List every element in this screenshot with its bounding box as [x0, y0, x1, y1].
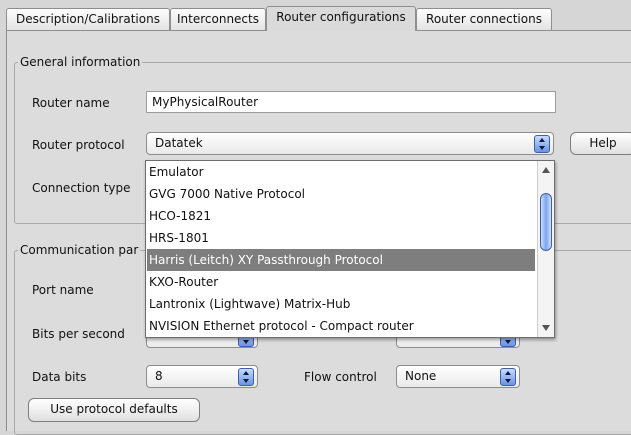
- use-protocol-defaults-button[interactable]: Use protocol defaults: [28, 398, 200, 422]
- help-button[interactable]: Help: [570, 132, 631, 155]
- dropdown-option-harris-leitch[interactable]: Harris (Leitch) XY Passthrough Protocol: [147, 249, 535, 271]
- router-name-label: Router name: [32, 96, 110, 110]
- flow-control-label: Flow control: [304, 370, 377, 384]
- router-protocol-label: Router protocol: [32, 138, 125, 152]
- tab-router-connections[interactable]: Router connections: [416, 8, 552, 30]
- tab-interconnects[interactable]: Interconnects: [170, 8, 266, 30]
- router-protocol-select[interactable]: Datatek: [146, 132, 554, 155]
- communication-parameters-title: Communication par: [18, 243, 141, 257]
- dropdown-option-gvg-7000[interactable]: GVG 7000 Native Protocol: [147, 183, 535, 205]
- tab-router-configurations[interactable]: Router configurations: [266, 6, 416, 31]
- general-information-title: General information: [18, 55, 143, 69]
- connection-type-label: Connection type: [32, 181, 131, 195]
- tab-description-calibrations[interactable]: Description/Calibrations: [6, 8, 170, 30]
- dropdown-scrollbar[interactable]: [537, 161, 554, 337]
- data-bits-label: Data bits: [32, 370, 87, 384]
- dropdown-option-nvision[interactable]: NVISION Ethernet protocol - Compact rout…: [147, 315, 535, 337]
- scroll-down-icon[interactable]: [542, 325, 550, 331]
- select-stepper-icon: [534, 135, 550, 153]
- bits-per-second-label: Bits per second: [32, 327, 125, 341]
- data-bits-value: 8: [155, 369, 163, 383]
- dropdown-option-hco-1821[interactable]: HCO-1821: [147, 205, 535, 227]
- scrollbar-thumb[interactable]: [540, 193, 552, 251]
- router-protocol-value: Datatek: [155, 136, 203, 150]
- flow-control-select[interactable]: None: [396, 365, 520, 388]
- dropdown-option-emulator[interactable]: Emulator: [147, 161, 535, 183]
- select-stepper-icon: [500, 368, 516, 386]
- scroll-up-icon[interactable]: [542, 167, 550, 173]
- dropdown-option-lantronix[interactable]: Lantronix (Lightwave) Matrix-Hub: [147, 293, 535, 315]
- data-bits-select[interactable]: 8: [146, 365, 258, 388]
- router-protocol-dropdown[interactable]: Emulator GVG 7000 Native Protocol HCO-18…: [145, 160, 555, 338]
- select-stepper-icon: [238, 368, 254, 386]
- dropdown-option-hrs-1801[interactable]: HRS-1801: [147, 227, 535, 249]
- port-name-label: Port name: [32, 283, 94, 297]
- router-name-field[interactable]: MyPhysicalRouter: [146, 91, 556, 113]
- flow-control-value: None: [405, 369, 437, 383]
- dropdown-option-kxo-router[interactable]: KXO-Router: [147, 271, 535, 293]
